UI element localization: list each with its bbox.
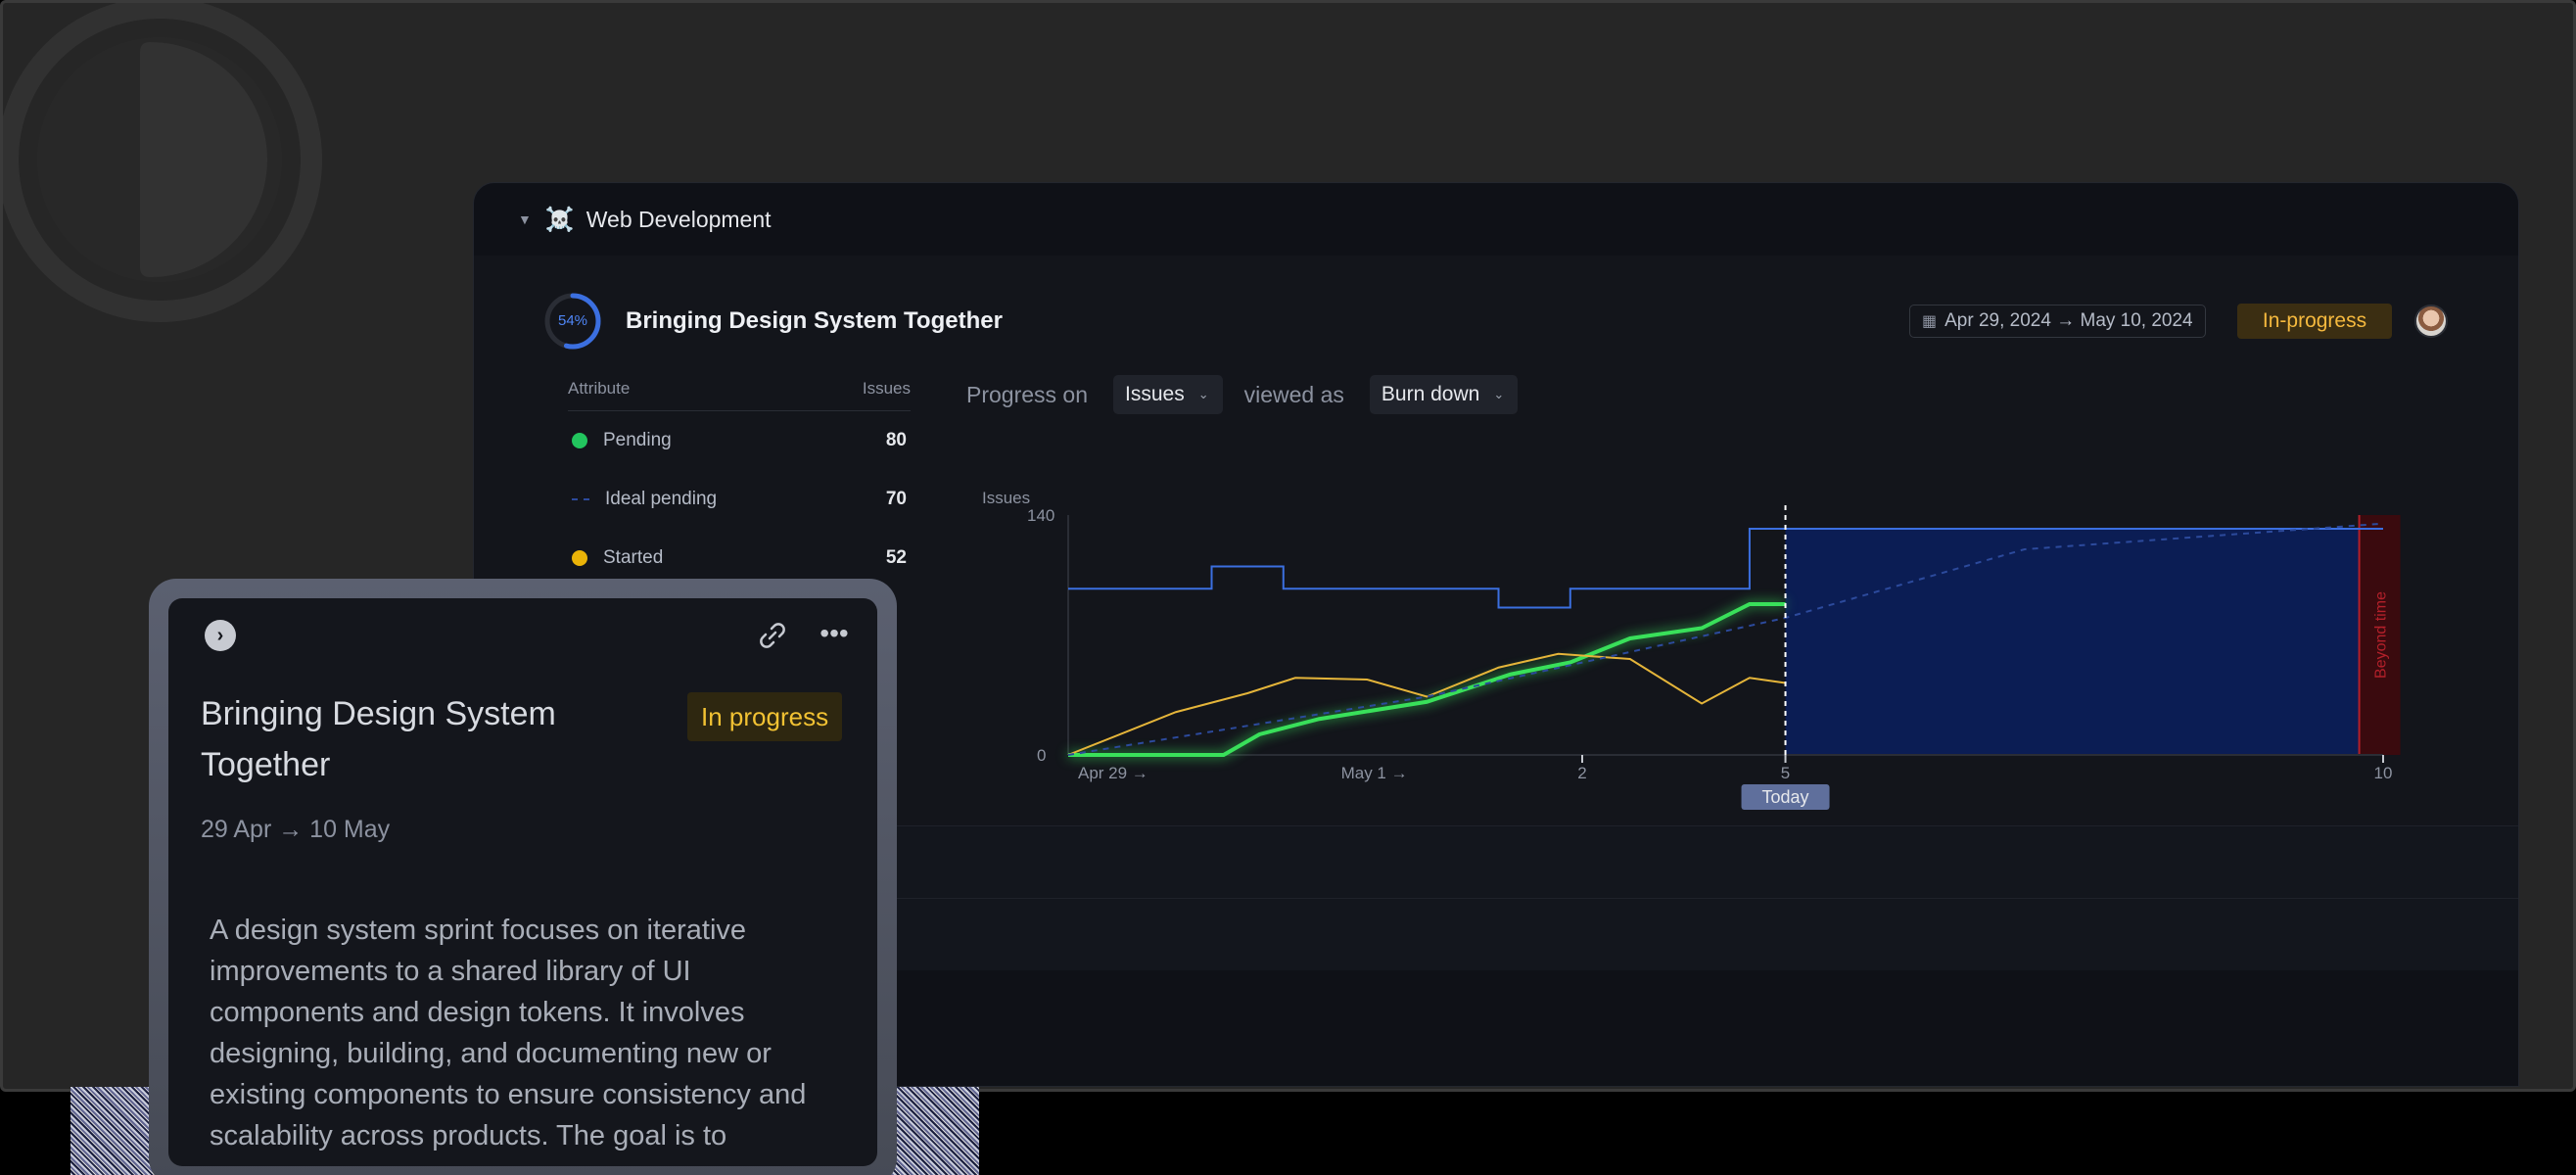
series-line-pending bbox=[1068, 602, 1786, 757]
beyond-time-label: Beyond time bbox=[2373, 591, 2390, 679]
x-tick-label: 5 bbox=[1781, 764, 1790, 782]
x-tick-label: 10 bbox=[2374, 764, 2393, 782]
issue-status-badge[interactable]: In progress bbox=[687, 692, 843, 741]
group-emoji-icon: ☠️ bbox=[544, 206, 575, 233]
y-tick-label: 140 bbox=[1027, 506, 1054, 525]
series-line-started bbox=[1067, 652, 1786, 756]
x-tick-label: 2 bbox=[1577, 764, 1586, 782]
issue-peek-content: › ••• Bringing Design System Together In… bbox=[168, 598, 877, 1166]
more-options-icon[interactable]: ••• bbox=[813, 614, 856, 657]
future-region bbox=[1785, 529, 2360, 755]
y-axis-label: Issues bbox=[982, 489, 1030, 507]
caret-down-icon[interactable]: ▼ bbox=[518, 212, 532, 227]
issue-title[interactable]: Bringing Design System Together bbox=[201, 688, 661, 790]
x-tick-label: Apr 29 → bbox=[1078, 764, 1148, 782]
app-logo-icon bbox=[3, 3, 322, 322]
issue-description[interactable]: A design system sprint focuses on iterat… bbox=[210, 910, 836, 1156]
x-tick-label: May 1 → bbox=[1341, 764, 1408, 782]
group-name: Web Development bbox=[585, 206, 772, 232]
today-label: Today bbox=[1762, 787, 1809, 807]
link-icon[interactable] bbox=[751, 614, 794, 657]
group-header[interactable]: ▼ ☠️ Web Development bbox=[474, 183, 2518, 256]
issue-dates[interactable]: 29 Apr → 10 May bbox=[201, 816, 390, 844]
y-tick-label: 0 bbox=[1037, 746, 1046, 765]
issue-peek-panel: › ••• Bringing Design System Together In… bbox=[149, 579, 897, 1175]
collapse-button[interactable]: › bbox=[205, 620, 236, 651]
